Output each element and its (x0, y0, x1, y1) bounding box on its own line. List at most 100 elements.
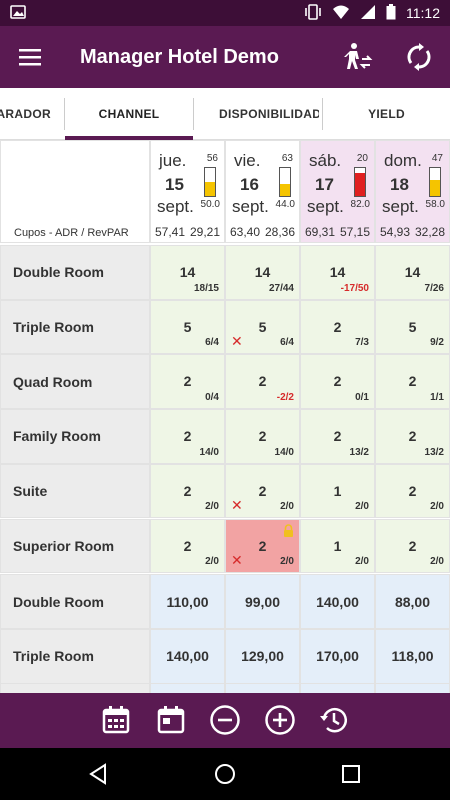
calendar-day-icon[interactable] (152, 701, 190, 739)
tab-parador[interactable]: PARADOR (0, 88, 58, 140)
room-label: Double Room (0, 574, 150, 629)
day-header[interactable]: jue. 15 sept. 56 50.0 57,41 29,21 (150, 140, 225, 243)
price-cell[interactable]: 99,00 (225, 574, 300, 629)
availability-cell[interactable]: 2 14/0 (150, 409, 225, 464)
price-cell[interactable]: 140,00 (300, 574, 375, 629)
sold-ratio: 7/26 (424, 282, 444, 294)
availability-cell[interactable]: 2 2/0 (150, 463, 225, 519)
room-label: Triple Room (0, 628, 150, 684)
occupancy-bar (354, 167, 366, 197)
availability-cell[interactable]: 1 2/0 (300, 518, 375, 574)
day-header[interactable]: sáb. 17 sept. 20 82.0 69,31 57,15 (300, 140, 375, 243)
day-number: 16 (240, 175, 259, 194)
adr-value: 54,93 (380, 225, 411, 239)
price-cell[interactable]: 118,00 (375, 628, 450, 684)
channel-grid: Cupos - ADR / RevPAR jue. 15 sept. 56 50… (0, 140, 450, 693)
adr-value: 63,40 (230, 225, 261, 239)
availability-cell[interactable]: 14 18/15 (150, 245, 225, 300)
available-rooms: 2 (183, 428, 192, 445)
price-cell-partial (300, 683, 375, 693)
price-cell[interactable]: 170,00 (300, 628, 375, 684)
sold-ratio: 2/0 (280, 556, 294, 568)
closed-x-icon: ✕ (231, 333, 243, 350)
adr-value: 57,41 (155, 225, 186, 239)
price-cell[interactable]: 88,00 (375, 574, 450, 629)
tab-yield[interactable]: YIELD (323, 88, 450, 140)
availability-cell[interactable]: 1 2/0 (300, 463, 375, 519)
image-notification-icon (10, 4, 26, 22)
plus-circle-icon[interactable] (261, 701, 299, 739)
availability-cell[interactable]: 2 0/1 (300, 354, 375, 410)
occupancy-count: 20 (356, 153, 368, 164)
availability-cell[interactable]: 2 -2/2 (225, 354, 300, 410)
calendar-range-icon[interactable] (97, 701, 135, 739)
occupancy-percent: 58.0 (425, 199, 445, 210)
availability-cell[interactable]: 2 0/4 (150, 354, 225, 410)
weekday: vie. (234, 151, 261, 170)
sold-ratio: 2/0 (280, 501, 294, 513)
month: sept. (232, 197, 269, 216)
available-rooms: 2 (258, 428, 267, 445)
sold-ratio: 18/15 (193, 282, 219, 294)
sold-ratio: 14/0 (274, 446, 294, 458)
sold-ratio: -2/2 (276, 392, 294, 404)
availability-cell[interactable]: 2 13/2 (300, 409, 375, 464)
price-cell[interactable]: 110,00 (150, 574, 225, 629)
availability-cell[interactable]: 2 13/2 (375, 409, 450, 464)
availability-cell[interactable]: 2 2/0 (150, 518, 225, 574)
bottom-action-bar (0, 693, 450, 748)
lock-icon (283, 523, 294, 542)
tab-channel[interactable]: CHANNEL (65, 88, 193, 140)
clock: 11:12 (406, 5, 440, 21)
sold-ratio: 2/0 (205, 556, 219, 568)
availability-cell[interactable]: 2 2/0 (375, 463, 450, 519)
recents-icon[interactable] (335, 758, 367, 790)
available-rooms: 2 (183, 537, 192, 554)
month: sept. (382, 197, 419, 216)
availability-cell[interactable]: 14 -17/50 (300, 245, 375, 300)
guest-checkout-icon[interactable] (333, 26, 383, 88)
availability-cell[interactable]: 14 7/26 (375, 245, 450, 300)
restore-icon[interactable] (315, 701, 353, 739)
availability-cell[interactable]: 2 2/0 ✕ (225, 518, 300, 574)
availability-cell[interactable]: 2 14/0 (225, 409, 300, 464)
vibrate-icon (304, 3, 322, 23)
sold-ratio: 2/0 (205, 501, 219, 513)
sold-ratio: 13/2 (424, 446, 444, 458)
availability-cell[interactable]: 2 1/1 (375, 354, 450, 410)
price-cell[interactable]: 140,00 (150, 628, 225, 684)
wifi-icon (332, 4, 350, 23)
available-rooms: 2 (258, 373, 267, 390)
back-icon[interactable] (82, 758, 114, 790)
tab-disponibilidad[interactable]: DISPONIBILIDAD (194, 88, 322, 140)
day-header[interactable]: vie. 16 sept. 63 44.0 63,40 28,36 (225, 140, 300, 243)
sold-ratio: 13/2 (349, 446, 369, 458)
availability-cell[interactable]: 14 27/44 (225, 245, 300, 300)
minus-circle-icon[interactable] (206, 701, 244, 739)
available-rooms: 2 (183, 373, 192, 390)
sold-ratio: 0/1 (355, 392, 369, 404)
available-rooms: 2 (408, 482, 417, 499)
sync-icon[interactable] (394, 26, 444, 88)
availability-cell[interactable]: 5 9/2 (375, 299, 450, 355)
home-icon[interactable] (209, 758, 241, 790)
occupancy-bar (279, 167, 291, 197)
sold-ratio: -17/50 (340, 282, 369, 294)
availability-cell[interactable]: 2 2/0 (375, 518, 450, 574)
availability-cell[interactable]: 2 7/3 (300, 299, 375, 355)
day-header[interactable]: dom. 18 sept. 47 58.0 54,93 32,28 (375, 140, 450, 243)
room-label: Family Room (0, 409, 150, 464)
sold-ratio: 2/0 (355, 501, 369, 513)
weekday: sáb. (309, 151, 342, 170)
weekday: dom. (384, 151, 422, 170)
availability-cell[interactable]: 5 6/4 (150, 299, 225, 355)
occupancy-bar (429, 167, 441, 197)
availability-cell[interactable]: 5 6/4 ✕ (225, 299, 300, 355)
menu-icon[interactable] (0, 26, 60, 88)
price-cell[interactable]: 129,00 (225, 628, 300, 684)
row-label-partial (0, 683, 150, 693)
price-cell-partial (225, 683, 300, 693)
availability-cell[interactable]: 2 2/0 ✕ (225, 463, 300, 519)
available-rooms: 2 (408, 373, 417, 390)
available-rooms: 14 (254, 264, 271, 280)
